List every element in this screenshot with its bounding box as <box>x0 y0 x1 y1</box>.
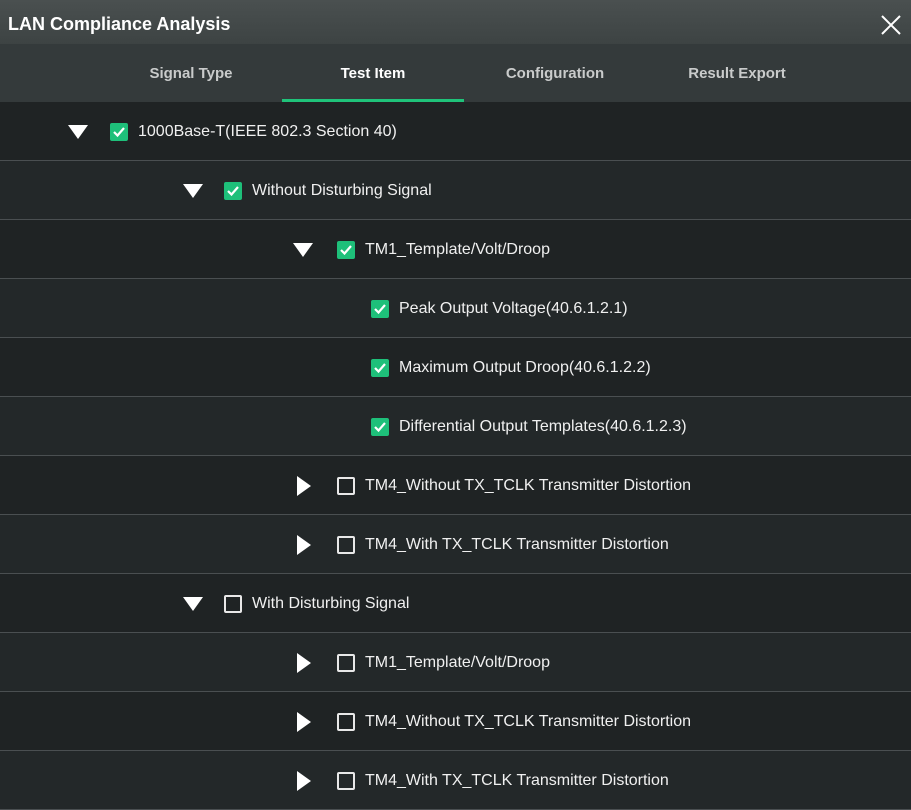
tab-configuration[interactable]: Configuration <box>464 44 646 102</box>
checkbox-checked[interactable] <box>371 359 389 377</box>
checkmark-icon <box>374 304 386 315</box>
tree-item-label: Peak Output Voltage(40.6.1.2.1) <box>399 300 628 317</box>
caret-right-icon[interactable] <box>293 712 313 732</box>
tree-item-label: TM1_Template/Volt/Droop <box>365 654 550 671</box>
tree-item-label: TM4_With TX_TCLK Transmitter Distortion <box>365 772 669 789</box>
tree-item-label: TM4_Without TX_TCLK Transmitter Distorti… <box>365 713 692 730</box>
title-bar: LAN Compliance Analysis <box>0 0 911 44</box>
tree-item-label: Maximum Output Droop(40.6.1.2.2) <box>399 359 651 376</box>
tree-item-label: With Disturbing Signal <box>252 595 410 612</box>
checkmark-icon <box>227 186 239 197</box>
checkbox-checked[interactable] <box>337 241 355 259</box>
tab-signal-type[interactable]: Signal Type <box>100 44 282 102</box>
caret-right-icon[interactable] <box>293 535 313 555</box>
caret-down-icon[interactable] <box>183 594 203 614</box>
caret-right-icon[interactable] <box>293 771 313 791</box>
checkbox-checked[interactable] <box>371 300 389 318</box>
tree-row[interactable]: Without Disturbing Signal <box>0 161 911 220</box>
checkmark-icon <box>374 363 386 374</box>
caret-right-icon[interactable] <box>293 653 313 673</box>
tree-item-label: TM1_Template/Volt/Droop <box>365 241 550 258</box>
tree-item-label: 1000Base-T(IEEE 802.3 Section 40) <box>138 123 397 140</box>
tree-row[interactable]: 1000Base-T(IEEE 802.3 Section 40) <box>0 102 911 161</box>
tree-item-label: TM4_With TX_TCLK Transmitter Distortion <box>365 536 669 553</box>
caret-down-icon[interactable] <box>68 122 88 142</box>
tree-row[interactable]: TM4_With TX_TCLK Transmitter Distortion <box>0 751 911 810</box>
lan-compliance-window: LAN Compliance Analysis Signal Type Test… <box>0 0 911 810</box>
checkbox-unchecked[interactable] <box>337 654 355 672</box>
close-icon[interactable] <box>880 14 902 36</box>
tree-row[interactable]: TM1_Template/Volt/Droop <box>0 633 911 692</box>
tree-item-label: Differential Output Templates(40.6.1.2.3… <box>399 418 687 435</box>
caret-down-icon[interactable] <box>183 181 203 201</box>
tab-test-item[interactable]: Test Item <box>282 44 464 102</box>
tab-bar: Signal Type Test Item Configuration Resu… <box>0 44 911 102</box>
tree-item-label: TM4_Without TX_TCLK Transmitter Distorti… <box>365 477 692 494</box>
checkmark-icon <box>374 422 386 433</box>
tree-row[interactable]: Differential Output Templates(40.6.1.2.3… <box>0 397 911 456</box>
checkmark-icon <box>113 127 125 138</box>
checkbox-checked[interactable] <box>371 418 389 436</box>
tree-row[interactable]: Peak Output Voltage(40.6.1.2.1) <box>0 279 911 338</box>
checkbox-unchecked[interactable] <box>337 536 355 554</box>
caret-right-icon[interactable] <box>293 476 313 496</box>
checkbox-unchecked[interactable] <box>224 595 242 613</box>
window-title: LAN Compliance Analysis <box>8 14 231 34</box>
tree-row[interactable]: With Disturbing Signal <box>0 574 911 633</box>
tree-row[interactable]: TM1_Template/Volt/Droop <box>0 220 911 279</box>
tree-row[interactable]: TM4_With TX_TCLK Transmitter Distortion <box>0 515 911 574</box>
checkbox-unchecked[interactable] <box>337 477 355 495</box>
checkbox-unchecked[interactable] <box>337 772 355 790</box>
tree-row[interactable]: TM4_Without TX_TCLK Transmitter Distorti… <box>0 456 911 515</box>
checkbox-checked[interactable] <box>224 182 242 200</box>
tab-result-export[interactable]: Result Export <box>646 44 828 102</box>
tree-row[interactable]: TM4_Without TX_TCLK Transmitter Distorti… <box>0 692 911 751</box>
checkmark-icon <box>340 245 352 256</box>
tree-row[interactable]: Maximum Output Droop(40.6.1.2.2) <box>0 338 911 397</box>
checkbox-unchecked[interactable] <box>337 713 355 731</box>
caret-down-icon[interactable] <box>293 240 313 260</box>
checkbox-checked[interactable] <box>110 123 128 141</box>
tree-item-label: Without Disturbing Signal <box>252 182 432 199</box>
